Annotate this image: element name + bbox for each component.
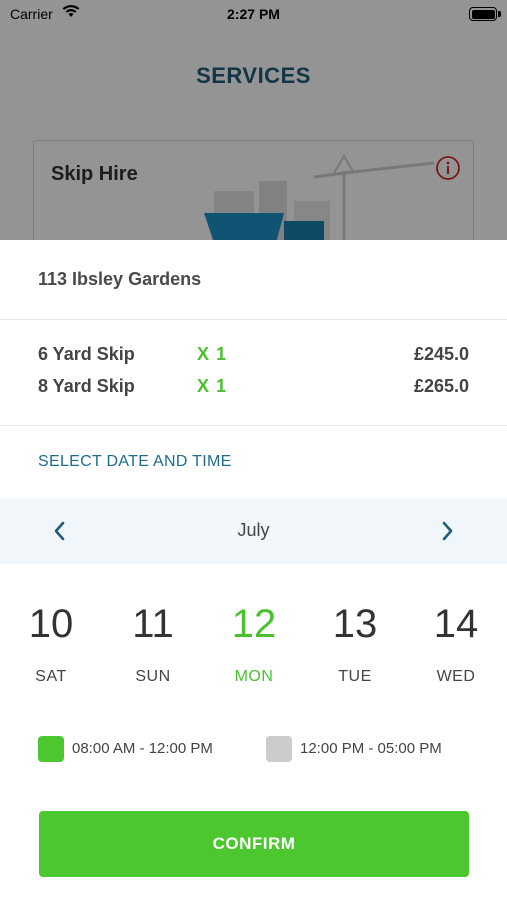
item-price: £265.0	[413, 376, 469, 396]
day-option-selected[interactable]: 12 MON	[204, 600, 304, 700]
delivery-address: 113 Ibsley Gardens	[38, 269, 202, 289]
divider	[0, 319, 507, 320]
slot-checkbox[interactable]	[38, 736, 64, 762]
background-screen: Carrier 2:27 PM SERVICES Skip Hire	[0, 0, 507, 240]
modal-overlay[interactable]	[0, 0, 507, 240]
day-option[interactable]: 14 WED	[406, 600, 506, 700]
order-item: 8 Yard Skip X 1 £265.0	[0, 376, 507, 402]
chevron-right-icon	[442, 521, 453, 541]
day-name: WED	[436, 668, 476, 685]
day-name: SAT	[35, 668, 67, 685]
next-month-button[interactable]	[435, 518, 459, 544]
day-number: 14	[433, 602, 479, 646]
time-slot-selected[interactable]: 08:00 AM - 12:00 PM	[38, 735, 228, 763]
order-item: 6 Yard Skip X 1 £245.0	[0, 344, 507, 370]
day-option[interactable]: 13 TUE	[305, 600, 405, 700]
day-option[interactable]: 11 SUN	[103, 600, 203, 700]
item-quantity: X 1	[197, 376, 228, 396]
item-name: 6 Yard Skip	[38, 344, 135, 364]
slot-checkbox[interactable]	[266, 736, 292, 762]
divider	[0, 425, 507, 426]
day-option[interactable]: 10 SAT	[1, 600, 101, 700]
day-name: MON	[234, 668, 274, 685]
month-selector: July	[0, 498, 507, 564]
month-label: July	[237, 520, 270, 540]
time-slot[interactable]: 12:00 PM - 05:00 PM	[266, 735, 466, 763]
item-price: £245.0	[413, 344, 469, 364]
slot-label: 12:00 PM - 05:00 PM	[300, 740, 442, 757]
day-number: 11	[132, 602, 174, 646]
day-picker: 10 SAT 11 SUN 12 MON 13 TUE 14 WED	[0, 600, 507, 700]
day-number: 12	[231, 602, 277, 646]
day-name: SUN	[135, 668, 171, 685]
day-number: 13	[332, 602, 378, 646]
item-name: 8 Yard Skip	[38, 376, 135, 396]
day-number: 10	[28, 602, 74, 646]
slot-label: 08:00 AM - 12:00 PM	[72, 740, 213, 757]
booking-sheet: 113 Ibsley Gardens 6 Yard Skip X 1 £245.…	[0, 240, 507, 900]
confirm-button[interactable]: CONFIRM	[39, 811, 469, 877]
day-name: TUE	[338, 668, 372, 685]
item-quantity: X 1	[197, 344, 228, 364]
section-label: SELECT DATE AND TIME	[38, 453, 232, 470]
